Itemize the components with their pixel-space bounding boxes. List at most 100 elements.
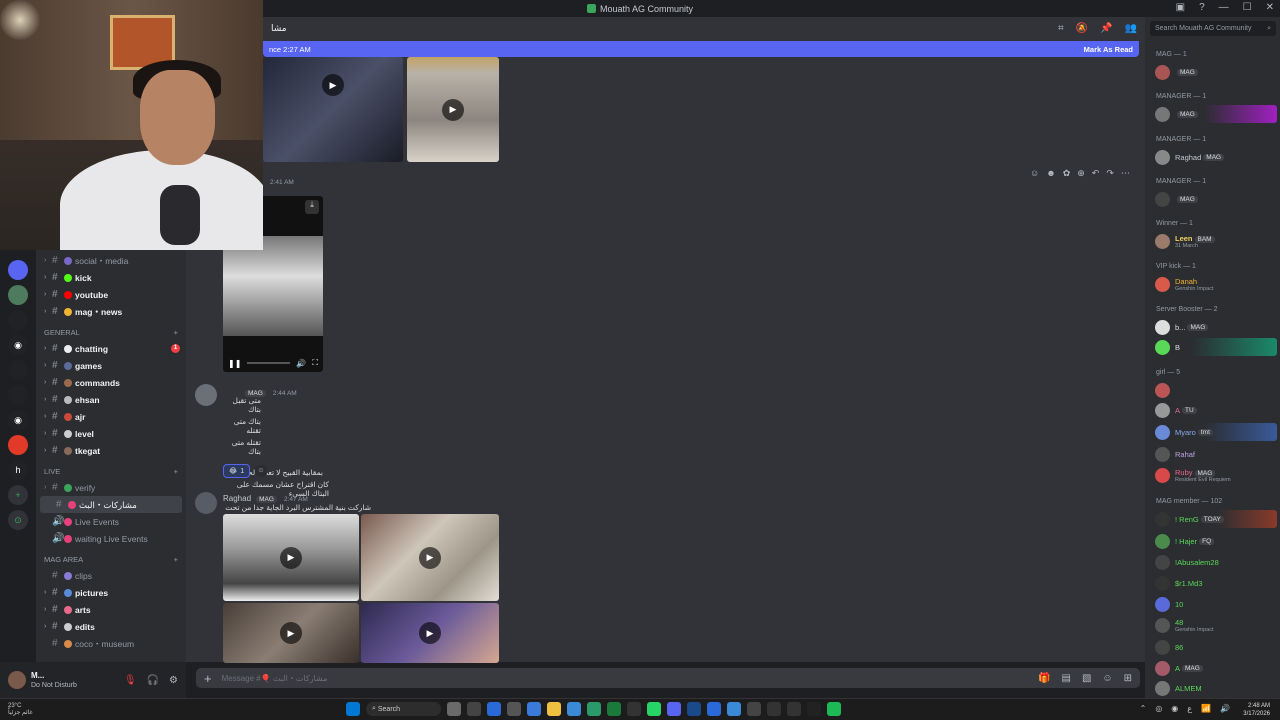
- channel-mag-news[interactable]: › # mag・news: [36, 303, 186, 320]
- video-attachment[interactable]: ▶: [361, 514, 499, 601]
- minimize-button[interactable]: —: [1219, 2, 1229, 13]
- member-item[interactable]: A MAG: [1155, 659, 1277, 677]
- play-icon[interactable]: ▶: [322, 74, 344, 96]
- server-icon[interactable]: [8, 310, 28, 330]
- gift-icon[interactable]: 🎁: [1038, 673, 1050, 684]
- play-icon[interactable]: ▶: [419, 622, 441, 644]
- wifi-icon[interactable]: 📶: [1201, 704, 1211, 713]
- server-icon[interactable]: [8, 385, 28, 405]
- gif-icon[interactable]: ▤: [1061, 673, 1070, 684]
- channel-live-shares[interactable]: # مشاركات・البث: [40, 496, 182, 513]
- word-icon[interactable]: [707, 702, 721, 716]
- channel-level[interactable]: › # level: [36, 425, 186, 442]
- headphones-icon[interactable]: 🎧: [147, 675, 159, 686]
- member-item[interactable]: !Abusalem28: [1155, 553, 1277, 571]
- channel-tkegat[interactable]: › # tkegat: [36, 442, 186, 459]
- member-item[interactable]: MAG: [1155, 63, 1277, 81]
- threads-icon[interactable]: ⌗: [1058, 23, 1064, 34]
- tray-app-icon[interactable]: ◉: [1171, 704, 1178, 713]
- more-icon[interactable]: ⋯: [1121, 168, 1130, 179]
- sticker-icon[interactable]: ▧: [1082, 673, 1091, 684]
- add-reaction-icon[interactable]: ☺: [255, 465, 267, 477]
- inbox-icon[interactable]: ▣: [1176, 2, 1185, 13]
- member-item[interactable]: 86: [1155, 638, 1277, 656]
- pause-icon[interactable]: ❚❚: [228, 359, 241, 368]
- system-clock[interactable]: 2:48 AM 3/17/2026: [1243, 702, 1270, 718]
- forward-icon[interactable]: ↷: [1106, 168, 1114, 179]
- help-icon[interactable]: ?: [1199, 2, 1205, 13]
- app-icon[interactable]: [747, 702, 761, 716]
- channel-social-media[interactable]: › # social・media: [36, 252, 186, 269]
- member-item[interactable]: Ruby MAG Resident Evil Requiem: [1155, 466, 1277, 484]
- channel-ehsan[interactable]: › # ehsan: [36, 391, 186, 408]
- channel-coco-museum[interactable]: # coco・museum: [36, 635, 186, 652]
- settings-gear-icon[interactable]: ⚙: [169, 675, 178, 686]
- discord-icon[interactable]: [667, 702, 681, 716]
- download-icon[interactable]: ⤓: [305, 200, 319, 214]
- spotify-icon[interactable]: [827, 702, 841, 716]
- mute-mic-icon[interactable]: 🎙: [124, 675, 137, 686]
- reaction-chip[interactable]: 😂 1: [223, 464, 251, 478]
- member-item[interactable]: A TU: [1155, 401, 1277, 419]
- app-icon[interactable]: [467, 702, 481, 716]
- category-mag-area[interactable]: MAG AREA +: [36, 547, 186, 567]
- whatsapp-icon[interactable]: [647, 702, 661, 716]
- discover-icon[interactable]: ⊙: [8, 510, 28, 530]
- tray-app-icon[interactable]: ◎: [1155, 704, 1162, 713]
- avatar[interactable]: [195, 492, 217, 514]
- server-icon[interactable]: [8, 435, 28, 455]
- member-item[interactable]: 48 Genshin Impact: [1155, 616, 1277, 634]
- member-item[interactable]: $r1.Md3: [1155, 574, 1277, 592]
- app-icon[interactable]: [607, 702, 621, 716]
- new-messages-bar[interactable]: nce 2:27 AM Mark As Read: [263, 41, 1139, 57]
- message-composer[interactable]: + Message #🎈 مشاركات・البث 🎁 ▤ ▧ ☺ ⊞: [196, 668, 1140, 688]
- channel-ajr[interactable]: › # ajr: [36, 408, 186, 425]
- reaction-icon[interactable]: ☺: [1030, 168, 1039, 179]
- member-item[interactable]: Rahaf: [1155, 445, 1277, 463]
- play-icon[interactable]: ▶: [419, 546, 441, 569]
- play-icon[interactable]: ▶: [280, 622, 302, 644]
- member-item[interactable]: b... MAG: [1155, 318, 1277, 336]
- app-icon[interactable]: [527, 702, 541, 716]
- attach-plus-icon[interactable]: +: [204, 671, 212, 686]
- video-attachment[interactable]: ▶: [361, 603, 499, 663]
- reaction-icon[interactable]: ☻: [1046, 168, 1055, 179]
- channel-youtube[interactable]: › # youtube: [36, 286, 186, 303]
- server-icon[interactable]: h: [8, 460, 28, 480]
- avatar[interactable]: [195, 384, 217, 406]
- add-server-icon[interactable]: +: [8, 485, 28, 505]
- play-icon[interactable]: ▶: [280, 546, 302, 569]
- chevron-up-icon[interactable]: ⌃: [1140, 704, 1147, 713]
- app-icon[interactable]: [727, 702, 741, 716]
- app-icon[interactable]: [507, 702, 521, 716]
- add-reaction-icon[interactable]: ⊕: [1077, 168, 1085, 179]
- volume-icon[interactable]: 🔊: [296, 359, 306, 368]
- server-search-input[interactable]: Search Mouath AG Community ⌕: [1150, 21, 1276, 36]
- mark-as-read-button[interactable]: Mark As Read: [1084, 45, 1133, 54]
- video-progress-bar[interactable]: [247, 362, 291, 364]
- maximize-button[interactable]: ☐: [1243, 2, 1252, 13]
- eye-icon[interactable]: ◉: [8, 410, 28, 430]
- server-icon[interactable]: [8, 260, 28, 280]
- photoshop-icon[interactable]: [687, 702, 701, 716]
- obs-icon[interactable]: [767, 702, 781, 716]
- server-icon[interactable]: [8, 360, 28, 380]
- notification-bell-icon[interactable]: 🔕: [1076, 23, 1088, 34]
- channel-kick[interactable]: › # kick: [36, 269, 186, 286]
- member-item[interactable]: ! Hajer FQ: [1155, 532, 1277, 550]
- reply-icon[interactable]: ↶: [1092, 168, 1100, 179]
- avatar[interactable]: [8, 671, 26, 689]
- language-indicator[interactable]: ع: [1187, 704, 1192, 713]
- fullscreen-icon[interactable]: ⛶: [312, 358, 318, 368]
- member-item[interactable]: Myaro tmt: [1155, 423, 1277, 441]
- member-item[interactable]: MAG: [1155, 190, 1277, 208]
- category-general[interactable]: GENERAL +: [36, 320, 186, 340]
- apps-icon[interactable]: ⊞: [1124, 673, 1132, 684]
- play-icon[interactable]: ▶: [442, 98, 464, 121]
- channel-verify[interactable]: › # verify: [36, 479, 186, 496]
- app-icon[interactable]: [627, 702, 641, 716]
- app-icon[interactable]: [447, 702, 461, 716]
- member-item[interactable]: Leen BAM 31 March: [1155, 232, 1277, 250]
- volume-icon[interactable]: 🔊: [1220, 704, 1230, 713]
- video-attachment[interactable]: ▶: [223, 514, 359, 601]
